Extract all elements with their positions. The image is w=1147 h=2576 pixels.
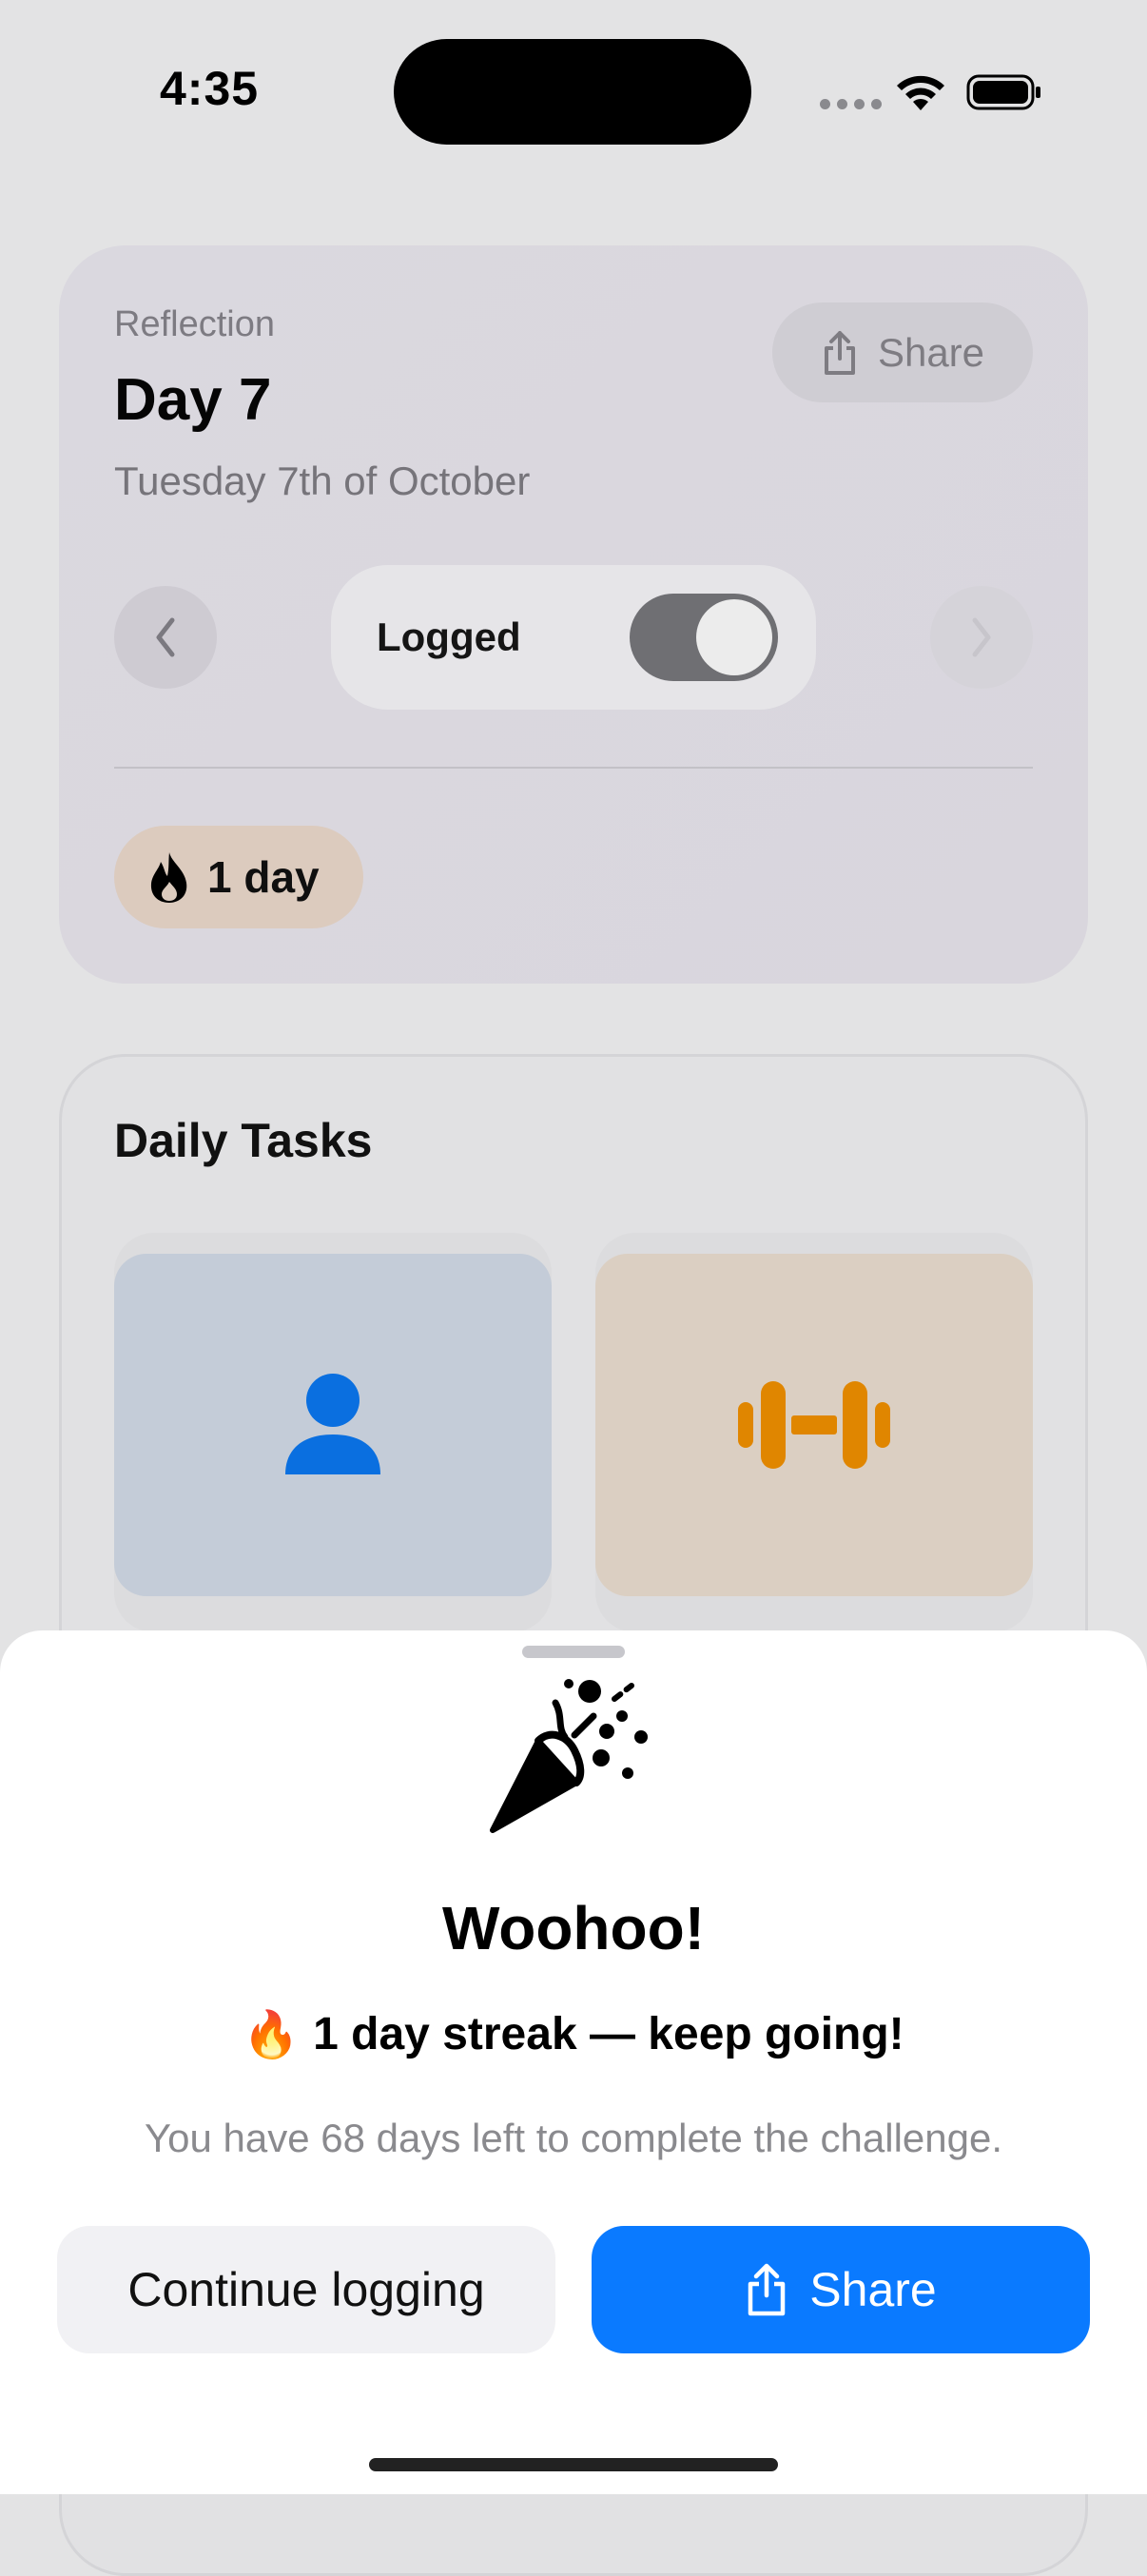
share-icon [824, 330, 855, 375]
date-subtitle: Tuesday 7th of October [114, 459, 531, 503]
dumbbell-icon [738, 1381, 890, 1469]
next-day-button[interactable] [930, 586, 1033, 689]
cellular-signal-icon [820, 99, 882, 109]
share-button-label: Share [809, 2263, 937, 2316]
flame-icon [150, 852, 187, 903]
chevron-left-icon [156, 617, 175, 657]
wifi-icon [897, 75, 944, 110]
task-tile-workout-art [595, 1254, 1033, 1596]
continue-logging-button[interactable]: Continue logging [57, 2226, 555, 2353]
card-divider [114, 767, 1033, 769]
battery-icon [966, 74, 1040, 110]
share-icon [748, 2263, 786, 2316]
previous-day-button[interactable] [114, 586, 217, 689]
logged-label: Logged [377, 615, 521, 659]
streak-badge-label: 1 day [207, 852, 320, 902]
fire-emoji: 🔥 [243, 2010, 301, 2060]
home-indicator [369, 2458, 778, 2471]
share-button-top[interactable]: Share [772, 302, 1033, 402]
continue-logging-label: Continue logging [127, 2263, 485, 2316]
toggle-knob [696, 599, 772, 675]
sheet-headline: Woohoo! [441, 1894, 706, 1962]
chevron-right-icon [972, 617, 991, 657]
sheet-grabber[interactable] [522, 1646, 625, 1658]
person-icon [285, 1374, 380, 1474]
share-button[interactable]: Share [592, 2226, 1090, 2353]
task-tile-profile[interactable] [114, 1233, 552, 1632]
dynamic-island [394, 39, 751, 145]
party-popper-icon [490, 1679, 648, 1833]
task-tile-profile-art [114, 1254, 552, 1596]
logged-control: Logged [331, 565, 816, 710]
streak-message: 🔥 1 day streak — keep going! [0, 2007, 1147, 2061]
share-label: Share [877, 329, 985, 375]
days-remaining-text: You have 68 days left to complete the ch… [144, 2116, 1003, 2160]
status-time: 4:35 [160, 62, 260, 115]
daily-tasks-title: Daily Tasks [114, 1114, 373, 1167]
streak-badge: 1 day [114, 826, 363, 928]
day-title: Day 7 [114, 367, 272, 433]
card-eyebrow: Reflection [114, 304, 275, 344]
task-tile-workout[interactable] [595, 1233, 1033, 1632]
streak-message-text: 1 day streak — keep going! [313, 2009, 904, 2059]
logged-toggle[interactable] [630, 594, 778, 681]
